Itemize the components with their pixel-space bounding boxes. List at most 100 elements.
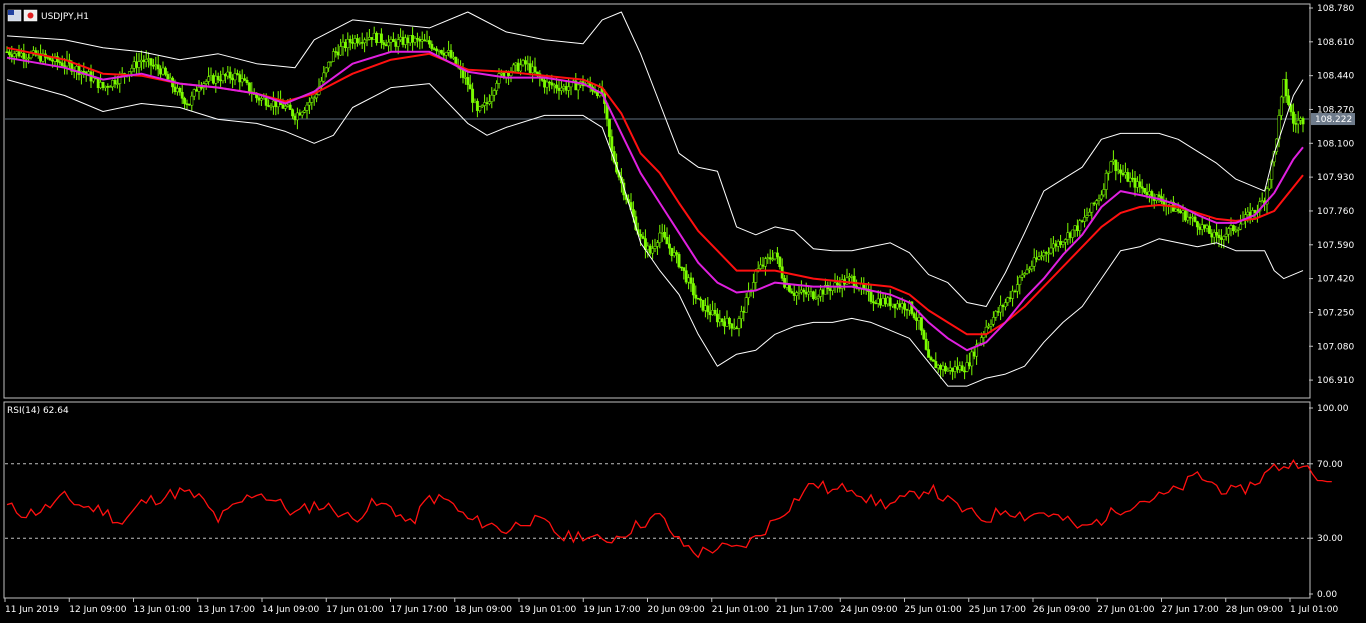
candle-body [1102, 189, 1106, 196]
candle-body [12, 53, 16, 57]
time-tick-label: 24 Jun 09:00 [840, 605, 897, 615]
candle-body [1001, 305, 1005, 308]
candle-body [226, 71, 230, 77]
candle-body [432, 48, 436, 50]
candle-body [231, 77, 235, 81]
candle-body [468, 84, 472, 90]
candle-body [1018, 277, 1022, 285]
candle-body [562, 86, 566, 89]
candle-body [543, 80, 547, 88]
candle-body [735, 327, 739, 330]
candle-body [430, 43, 434, 49]
candle-body [401, 36, 405, 45]
candle-body [691, 283, 695, 296]
price-tick-label: 107.760 [1317, 207, 1354, 217]
current-price-label: 108.222 [1315, 115, 1352, 125]
candle-body [1116, 169, 1120, 172]
candle-body [1049, 247, 1053, 254]
candle-body [1279, 96, 1283, 116]
candle-body [365, 39, 369, 41]
candle-body [795, 292, 799, 296]
candle-body [87, 71, 91, 75]
candle-body [221, 74, 225, 82]
candle-body [1104, 173, 1108, 190]
candle-body [1131, 177, 1135, 180]
candle-body [190, 95, 194, 106]
candle-body [288, 104, 292, 110]
candle-body [1097, 198, 1101, 201]
candle-body [17, 51, 21, 57]
price-tick-label: 106.910 [1317, 376, 1354, 386]
candle-body [1253, 210, 1257, 214]
candle-body [425, 40, 429, 42]
candle-body [987, 325, 991, 328]
candle-body [768, 257, 772, 260]
candle-body [1068, 232, 1072, 238]
candle-body [1025, 269, 1029, 274]
candle-body [199, 87, 203, 89]
chart-title: USDJPY,H1 [41, 12, 89, 22]
candle-body [1140, 186, 1144, 189]
candle-body [1085, 215, 1089, 218]
candle-body [300, 112, 304, 116]
candle-body [435, 48, 439, 52]
candle-body [876, 298, 880, 304]
candle-body [195, 89, 199, 92]
candle-body [946, 369, 950, 372]
candle-body [576, 84, 580, 91]
candle-body [1301, 118, 1305, 125]
chart-background [0, 0, 1366, 623]
candle-body [391, 39, 395, 42]
candle-body [711, 309, 715, 316]
candle-body [528, 63, 532, 73]
candle-body [355, 38, 359, 44]
candle-body [531, 66, 535, 73]
price-tick-label: 107.590 [1317, 241, 1354, 251]
candle-body [235, 73, 239, 75]
time-tick-label: 17 Jun 17:00 [391, 605, 448, 615]
candle-body [696, 297, 700, 300]
candle-body [955, 366, 959, 370]
candle-body [247, 82, 251, 93]
candle-body [1109, 161, 1113, 173]
rsi-tick-label: 0.00 [1317, 590, 1337, 600]
candle-body [821, 289, 825, 295]
flag-us-canton-icon [8, 10, 14, 15]
candle-body [927, 349, 931, 358]
candle-body [1059, 241, 1063, 245]
price-tick-label: 107.420 [1317, 275, 1354, 285]
candle-body [1044, 252, 1048, 254]
candle-body [490, 94, 494, 102]
candle-body [269, 105, 273, 108]
trading-chart[interactable]: 108.780108.610108.440108.270108.100107.9… [0, 0, 1366, 623]
candle-body [204, 81, 208, 84]
candle-body [7, 51, 11, 55]
candle-body [399, 36, 403, 41]
candle-body [701, 299, 705, 311]
candle-body [1296, 120, 1300, 125]
candle-body [533, 66, 537, 73]
candle-body [1287, 95, 1291, 105]
candle-body [137, 61, 141, 68]
candle-body [929, 357, 933, 361]
candle-body [1217, 234, 1221, 239]
candle-body [1042, 252, 1046, 257]
candle-body [804, 291, 808, 295]
candle-body [1219, 237, 1223, 240]
candle-body [912, 313, 916, 319]
candle-body [96, 78, 100, 89]
candle-body [63, 65, 67, 67]
candle [677, 252, 681, 269]
candle-body [1188, 216, 1192, 219]
candle-body [667, 243, 671, 249]
candle-body [1193, 216, 1197, 222]
candle-body [384, 44, 388, 47]
candle-body [1234, 229, 1238, 232]
candle-body [327, 61, 331, 69]
time-tick-label: 19 Jun 01:00 [519, 605, 576, 615]
candle [922, 328, 926, 340]
candle-body [1087, 211, 1091, 216]
candle-body [219, 79, 223, 82]
candle-body [763, 258, 767, 267]
candle-body [415, 37, 419, 40]
